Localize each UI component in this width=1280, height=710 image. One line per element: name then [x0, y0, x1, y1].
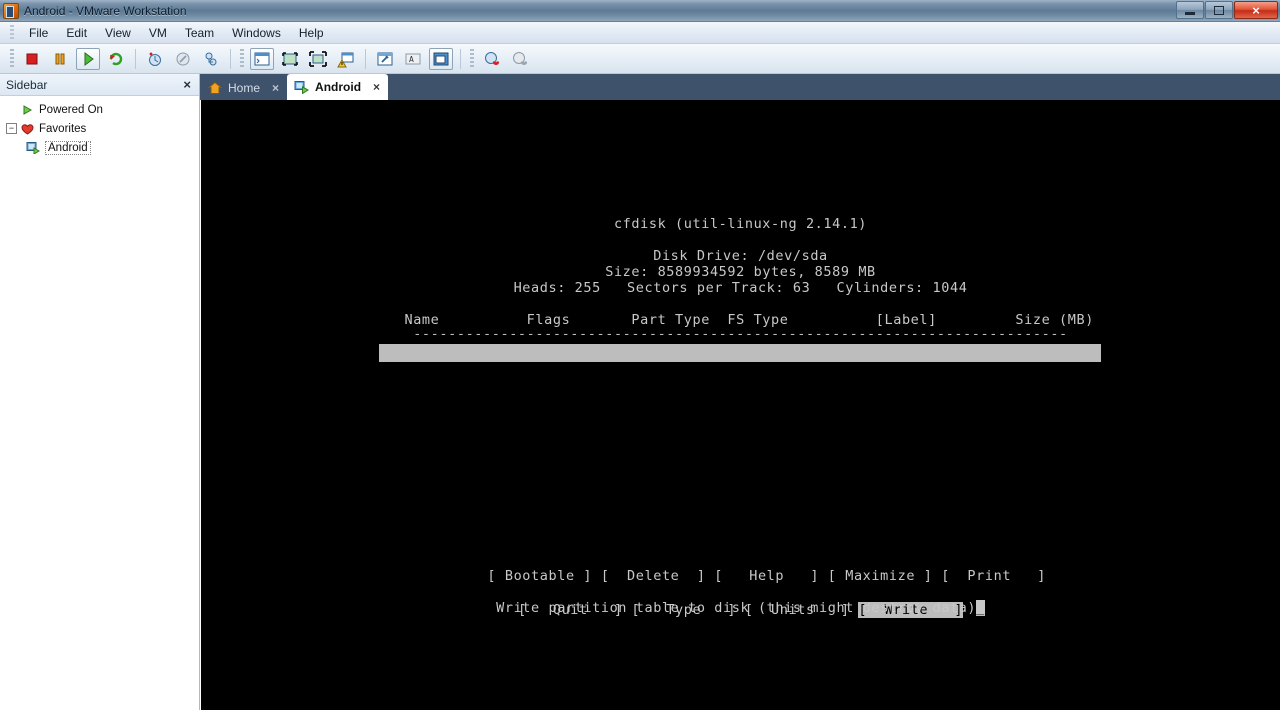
tab-close-icon[interactable]: ×: [272, 81, 279, 95]
green-play-icon: [20, 103, 34, 117]
power-on-button[interactable]: [76, 47, 100, 70]
vmware-icon: [3, 2, 19, 19]
red-heart-icon: [20, 122, 34, 136]
toolbar-separator: [230, 48, 231, 69]
suspend-button[interactable]: [48, 48, 72, 70]
title-bar: Android - VMware Workstation ×: [0, 0, 1280, 22]
console-tabs-button[interactable]: [429, 47, 453, 70]
partition-size-mb: 8587.20: [1009, 453, 1071, 469]
toolbar-grip-handle[interactable]: [470, 48, 474, 69]
sidebar-panel: Sidebar × Powered On − Favorites Android: [0, 74, 200, 710]
cfdisk-status-text: Write partition table to disk (this migh…: [496, 600, 977, 616]
snapshot-take-button[interactable]: [143, 48, 167, 70]
partition-flags: Boot: [521, 381, 556, 397]
menu-item-team[interactable]: Team: [176, 24, 223, 42]
window-controls: ×: [1176, 1, 1278, 19]
partition-name: sda1: [415, 363, 450, 379]
vm-settings-button[interactable]: [373, 48, 397, 70]
sidebar-item-label: Android: [45, 140, 91, 155]
summary-view-button[interactable]: A: [401, 48, 425, 70]
sidebar-item-label: Powered On: [39, 103, 103, 116]
cfdisk-menu-row-1[interactable]: [ Bootable ] [ Delete ] [ Help ] [ Maxim…: [487, 568, 1046, 584]
sidebar-item-favorites[interactable]: − Favorites: [0, 119, 199, 138]
favorites-add-button[interactable]: [480, 48, 504, 70]
sidebar-close-icon[interactable]: ×: [181, 78, 193, 91]
fullscreen-button[interactable]: [306, 48, 330, 70]
tab-android[interactable]: Android ×: [287, 74, 389, 100]
cfdisk-title: cfdisk (util-linux-ng 2.14.1): [613, 216, 868, 232]
vmware-workstation-window: Android - VMware Workstation × File Edit…: [0, 0, 1280, 710]
home-house-icon: [207, 81, 222, 96]
menu-grip-handle[interactable]: [10, 24, 14, 41]
favorites-show-button[interactable]: [508, 48, 532, 70]
sidebar-item-android[interactable]: Android: [0, 138, 199, 157]
toolbar: A: [0, 44, 1280, 74]
menu-item-vm[interactable]: VM: [140, 24, 176, 42]
reset-button[interactable]: [104, 48, 128, 70]
menu-bar: File Edit View VM Team Windows Help: [0, 22, 1280, 44]
cfdisk-status-line: Write partition table to disk (this migh…: [201, 600, 1280, 616]
tab-close-icon[interactable]: ×: [373, 80, 380, 94]
toolbar-separator: [460, 48, 461, 69]
console-view-button[interactable]: [250, 47, 274, 70]
partition-table-row[interactable]: sda1 Boot Primary Linux 8587.20: [379, 344, 1101, 469]
quick-switch-button[interactable]: [278, 48, 302, 70]
toolbar-separator: [135, 48, 136, 69]
menu-item-view[interactable]: View: [96, 24, 140, 42]
svg-text:A: A: [409, 55, 414, 64]
toolbar-grip-handle[interactable]: [240, 48, 244, 69]
window-title: Android - VMware Workstation: [24, 3, 187, 18]
tab-label: Android: [315, 80, 362, 94]
sidebar-item-label: Favorites: [39, 122, 87, 135]
minimize-button[interactable]: [1176, 1, 1204, 19]
tab-home[interactable]: Home ×: [200, 76, 288, 100]
sidebar-title: Sidebar: [6, 77, 48, 92]
menu-item-file[interactable]: File: [20, 24, 57, 42]
sidebar-header: Sidebar ×: [0, 74, 199, 96]
snapshot-manager-button[interactable]: [199, 48, 223, 70]
maximize-button[interactable]: [1205, 1, 1233, 19]
sidebar-item-powered-on[interactable]: Powered On: [0, 100, 199, 119]
vm-console-screen[interactable]: cfdisk (util-linux-ng 2.14.1) Disk Drive…: [201, 100, 1280, 710]
expander-toggle-icon[interactable]: −: [6, 123, 17, 134]
terminal-cursor: _: [976, 600, 985, 616]
partition-fs-type: Linux: [719, 417, 763, 433]
cfdisk-disk-geometry: Heads: 255 Sectors per Track: 63 Cylinde…: [513, 280, 968, 296]
sidebar-tree: Powered On − Favorites Android: [0, 96, 199, 157]
tab-label: Home: [228, 81, 261, 95]
toolbar-grip-handle[interactable]: [10, 48, 14, 69]
cfdisk-disk-drive: Disk Drive: /dev/sda: [653, 248, 828, 264]
power-off-button[interactable]: [20, 48, 44, 70]
toolbar-separator: [365, 48, 366, 69]
menu-item-windows[interactable]: Windows: [223, 24, 290, 42]
partition-part-type: Primary: [627, 399, 689, 415]
menu-item-help[interactable]: Help: [290, 24, 333, 42]
tab-strip: Home × Android ×: [200, 74, 1280, 100]
unity-warning-button[interactable]: [334, 48, 358, 70]
partition-table-rule: ----------------------------------------…: [413, 326, 1068, 342]
snapshot-revert-button[interactable]: [171, 48, 195, 70]
close-button[interactable]: ×: [1234, 1, 1278, 19]
cfdisk-disk-size: Size: 8589934592 bytes, 8589 MB: [605, 264, 876, 280]
menu-item-edit[interactable]: Edit: [57, 24, 96, 42]
vm-icon: [294, 80, 310, 95]
vm-icon: [26, 141, 40, 155]
